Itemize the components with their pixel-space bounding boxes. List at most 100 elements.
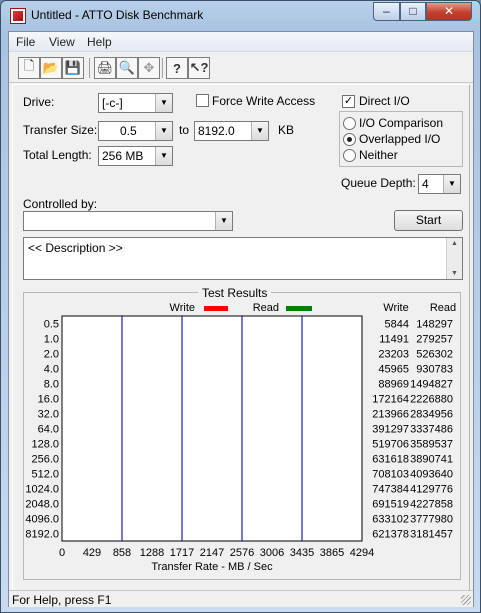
direct-io-checkbox[interactable]: ✓	[342, 95, 355, 108]
force-write-checkbox[interactable]	[196, 94, 209, 107]
write-value: 631618	[372, 454, 409, 466]
read-value: 3181457	[410, 529, 453, 541]
y-tick-label: 256.0	[31, 454, 59, 466]
menu-view[interactable]: View	[49, 35, 75, 49]
direct-io-label: Direct I/O	[359, 94, 410, 108]
x-axis-label: Transfer Rate - MB / Sec	[151, 561, 273, 573]
total-length-label: Total Length:	[23, 148, 92, 162]
x-tick-label: 2576	[230, 547, 254, 559]
queue-depth-select[interactable]: 4 ▼	[418, 174, 461, 194]
window-title: Untitled - ATTO Disk Benchmark	[31, 8, 204, 22]
read-value: 3589537	[410, 439, 453, 451]
write-value: 633102	[372, 514, 409, 526]
read-value: 148297	[416, 319, 453, 331]
chevron-down-icon[interactable]: ▼	[155, 122, 172, 140]
save-icon[interactable]: 💾	[62, 57, 84, 79]
write-value: 23203	[378, 349, 409, 361]
write-value: 11491	[379, 334, 409, 346]
read-value: 2226880	[410, 394, 453, 406]
minimize-button[interactable]: –	[373, 2, 400, 21]
settings-panel: Drive: [-c-] ▼ Force Write Access Transf…	[12, 84, 470, 591]
app-window: Untitled - ATTO Disk Benchmark – □ ✕ Fil…	[0, 0, 481, 613]
transfer-size-label: Transfer Size:	[23, 123, 98, 137]
start-button[interactable]: Start	[394, 210, 463, 231]
resize-grip-icon[interactable]	[461, 595, 471, 605]
read-value: 279257	[416, 334, 453, 346]
drive-value: [-c-]	[102, 96, 123, 110]
neither-radio[interactable]	[343, 149, 356, 162]
overlapped-io-label: Overlapped I/O	[359, 132, 441, 146]
toolbar-separator	[89, 58, 90, 78]
title-bar[interactable]: Untitled - ATTO Disk Benchmark – □ ✕	[1, 1, 480, 31]
status-bar: For Help, press F1	[9, 590, 473, 607]
write-value: 213966	[372, 409, 409, 421]
write-value: 621378	[372, 529, 409, 541]
drive-label: Drive:	[23, 95, 55, 109]
chevron-down-icon[interactable]: ▼	[155, 94, 172, 112]
open-icon[interactable]: 📂	[40, 57, 62, 79]
help-icon[interactable]: ?	[166, 57, 188, 79]
write-value: 5844	[385, 319, 409, 331]
chevron-down-icon[interactable]: ▼	[215, 212, 232, 230]
drive-select[interactable]: [-c-] ▼	[98, 93, 173, 113]
y-tick-label: 2048.0	[25, 499, 59, 511]
toolbar-separator	[162, 58, 163, 78]
print-icon[interactable]: 🖨	[94, 57, 116, 79]
transfer-size-to-value: 8192.0	[198, 124, 235, 138]
x-tick-label: 3865	[320, 547, 344, 559]
queue-depth-label: Queue Depth:	[341, 176, 416, 190]
transfer-size-from-select[interactable]: 0.5 ▼	[98, 121, 173, 141]
chevron-down-icon[interactable]: ▼	[155, 147, 172, 165]
read-value: 3777980	[410, 514, 453, 526]
legend-write-swatch	[204, 306, 228, 311]
transfer-size-to-select[interactable]: 8192.0 ▼	[194, 121, 269, 141]
scroll-down-icon[interactable]: ▼	[447, 270, 462, 277]
menu-file[interactable]: File	[16, 35, 35, 49]
atto-app-icon	[10, 8, 26, 24]
print-preview-icon[interactable]: 🔍	[116, 57, 138, 79]
chevron-down-icon[interactable]: ▼	[443, 175, 460, 193]
read-value: 1494827	[410, 379, 453, 391]
scroll-up-icon[interactable]: ▲	[447, 240, 462, 247]
y-tick-label: 512.0	[31, 469, 59, 481]
new-icon[interactable]: 🗋	[18, 57, 40, 79]
maximize-button[interactable]: □	[400, 2, 426, 21]
total-length-select[interactable]: 256 MB ▼	[98, 146, 173, 166]
read-value: 930783	[416, 364, 453, 376]
read-value: 4129776	[410, 484, 453, 496]
io-comparison-label: I/O Comparison	[359, 116, 444, 130]
y-tick-label: 1024.0	[25, 484, 59, 496]
read-value: 526302	[416, 349, 453, 361]
description-scrollbar[interactable]: ▲ ▼	[446, 238, 462, 279]
close-button[interactable]: ✕	[426, 2, 472, 21]
move-icon[interactable]: ✥	[138, 57, 160, 79]
y-tick-label: 16.0	[38, 394, 59, 406]
write-value: 172164	[372, 394, 409, 406]
write-value: 45965	[378, 364, 409, 376]
description-box[interactable]: << Description >> ▲ ▼	[23, 237, 463, 280]
queue-depth-value: 4	[422, 177, 429, 191]
write-value: 391297	[372, 424, 409, 436]
x-tick-label: 1288	[140, 547, 164, 559]
x-tick-label: 429	[83, 547, 101, 559]
context-help-icon[interactable]: ↖?	[188, 57, 210, 79]
menu-help[interactable]: Help	[87, 35, 112, 49]
write-value: 691519	[372, 499, 409, 511]
io-comparison-radio[interactable]	[343, 117, 356, 130]
write-value: 88969	[378, 379, 409, 391]
menu-bar: File View Help	[9, 32, 473, 52]
legend-write-label: Write	[170, 302, 195, 314]
status-text: For Help, press F1	[12, 593, 112, 607]
kb-label: KB	[278, 123, 295, 137]
overlapped-io-radio[interactable]	[343, 133, 356, 146]
chevron-down-icon[interactable]: ▼	[251, 122, 268, 140]
read-value: 3890741	[410, 454, 453, 466]
column-header-read: Read	[430, 302, 456, 314]
write-value: 519706	[372, 439, 409, 451]
y-tick-label: 0.5	[44, 319, 59, 331]
results-chart: 0 429 858 1288 1717 2147 2576 3006 3435 3865 4294 T…	[25, 302, 456, 573]
description-text: << Description >>	[28, 241, 123, 255]
total-length-value: 256 MB	[102, 149, 144, 163]
controlled-by-select[interactable]: ▼	[23, 211, 233, 231]
x-tick-label: 858	[113, 547, 131, 559]
